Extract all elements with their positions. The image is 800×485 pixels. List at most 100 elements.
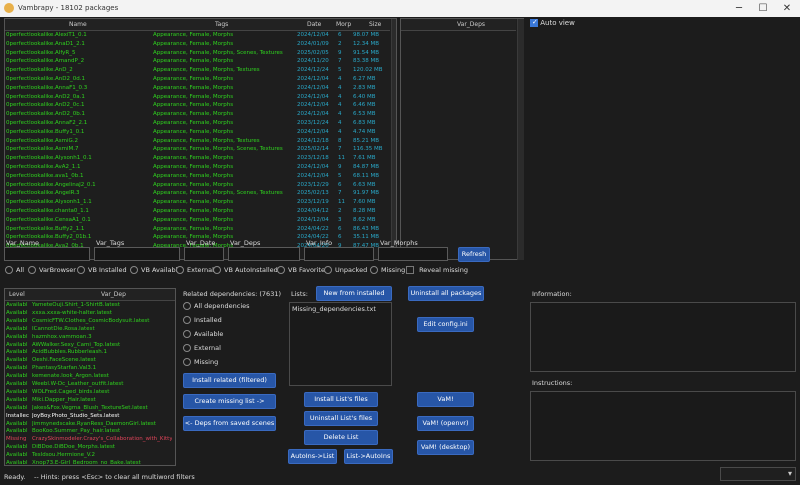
- status-dropdown[interactable]: [720, 467, 796, 481]
- view-filter-external[interactable]: External: [176, 266, 214, 274]
- view-filter-vb-available[interactable]: VB Available: [130, 266, 181, 274]
- auto-view-toggle[interactable]: Auto view: [530, 18, 575, 27]
- list-item[interactable]: Installec JoyBoy.Photo_Studio_Sets.latest: [5, 413, 175, 421]
- var-deps-input[interactable]: [228, 247, 300, 261]
- vam-openvr-button[interactable]: VaM! (openvr): [417, 416, 474, 431]
- view-filter-varbrowser[interactable]: VarBrowser: [28, 266, 76, 274]
- list-item[interactable]: Availabl AWWalker.Sexy_Cami_Top.latest: [5, 342, 175, 350]
- table-row[interactable]: 0perfectlookalike.Buffy2_1.1 Appearance, …: [5, 226, 396, 233]
- col-tags-header[interactable]: Tags: [215, 21, 228, 28]
- col-level-header[interactable]: Level: [9, 291, 25, 298]
- table-row[interactable]: 0perfectlookalike.AngelR.3 Appearance, Fe…: [5, 190, 396, 197]
- list-item[interactable]: Availabl Jakes&Fox.Vegma_Blush_TextureSet…: [5, 405, 175, 413]
- radio-icon[interactable]: [370, 266, 378, 274]
- list-item[interactable]: Availabl kemenate.look_Argon.latest: [5, 373, 175, 381]
- radio-icon[interactable]: [183, 302, 191, 310]
- table-row[interactable]: 0perfectlookalike.AvA2_1.1 Appearance, Fe…: [5, 164, 396, 171]
- col-morphs-header[interactable]: Morp: [336, 21, 351, 28]
- radio-icon[interactable]: [324, 266, 332, 274]
- refresh-button[interactable]: Refresh: [458, 247, 490, 262]
- list-item[interactable]: Availabl DiBDoe.DiBDoe_Morphs.latest: [5, 444, 175, 452]
- list-item[interactable]: Availabl AcidBubbles.Rubberleash.1: [5, 349, 175, 357]
- radio-icon[interactable]: [277, 266, 285, 274]
- var-deps-panel[interactable]: Var_Deps: [400, 18, 524, 260]
- var-deps-scrollbar[interactable]: [517, 19, 524, 260]
- auto-view-checkbox[interactable]: [530, 18, 538, 27]
- table-row[interactable]: 0perfectlookalike.Alysonh1_0.1 Appearance…: [5, 155, 396, 162]
- radio-icon[interactable]: [130, 266, 138, 274]
- radio-icon[interactable]: [183, 344, 191, 352]
- col-date-header[interactable]: Date: [307, 21, 321, 28]
- radio-icon[interactable]: [183, 316, 191, 324]
- list-item[interactable]: Availabl ICannotDie.Rosa.latest: [5, 326, 175, 334]
- radio-icon[interactable]: [28, 266, 36, 274]
- col-name-header[interactable]: Name: [69, 21, 87, 28]
- table-row[interactable]: 0perfectlookalike.chanta0_1.1 Appearance,…: [5, 208, 396, 215]
- table-row[interactable]: 0perfectlookalike.Buffy1_0.1 Appearance, …: [5, 129, 396, 136]
- list-item[interactable]: Missing_dependencies.txt: [292, 305, 376, 313]
- table-row[interactable]: 0perfectlookalike.Alysonh1_1.1 Appearance…: [5, 199, 396, 206]
- var-tags-input[interactable]: [94, 247, 180, 261]
- related-option-all-dependencies[interactable]: All dependencies: [183, 302, 250, 310]
- list-item[interactable]: Availabl Xnop73.E-Girl_Bedroom_no_Bake.la…: [5, 460, 175, 465]
- package-table[interactable]: Name Tags Date Morp Size 0perfectlookali…: [4, 18, 397, 260]
- edit-config-button[interactable]: Edit config.ini: [417, 317, 474, 332]
- var-morphs-input[interactable]: [378, 247, 448, 261]
- view-filter-all[interactable]: All: [5, 266, 24, 274]
- col-var-dep-header[interactable]: Var_Dep: [101, 291, 126, 298]
- list-item[interactable]: Availabl hazmhox.vammoan.3: [5, 334, 175, 342]
- table-row[interactable]: 0perfectlookalike.AmandP_2 Appearance, Fe…: [5, 58, 396, 65]
- create-missing-list-button[interactable]: Create missing list ->: [183, 394, 276, 409]
- list-item[interactable]: Availabl BooKoo.Summer_Pay_hair.latest: [5, 428, 175, 436]
- table-row[interactable]: 0perfectlookalike.AnD2_0d.1 Appearance, F…: [5, 76, 396, 83]
- table-row[interactable]: 0perfectlookalike.AlfyR_5 Appearance, Fem…: [5, 50, 396, 57]
- minimize-icon[interactable]: ─: [728, 1, 750, 16]
- vam-button[interactable]: VaM!: [417, 392, 474, 407]
- radio-icon[interactable]: [183, 330, 191, 338]
- list-item[interactable]: Availabl Weebl.W-Dc_Leather_outfit.latest: [5, 381, 175, 389]
- radio-icon[interactable]: [176, 266, 184, 274]
- table-row[interactable]: 0perfectlookalike.AsmiM.7 Appearance, Fem…: [5, 146, 396, 153]
- view-filter-vb-installed[interactable]: VB Installed: [77, 266, 127, 274]
- table-row[interactable]: 0perfectlookalike.AnD_2 Appearance, Femal…: [5, 67, 396, 74]
- table-row[interactable]: 0perfectlookalike.AlexiT1_0.1 Appearance,…: [5, 32, 396, 39]
- uninstall-all-packages-button[interactable]: Uninstall all packages: [408, 286, 484, 301]
- table-row[interactable]: 0perfectlookalike.AngelinaJ2_0.1 Appearan…: [5, 182, 396, 189]
- list-item[interactable]: Availabl Oeshi.FaceScene.latest: [5, 357, 175, 365]
- view-filter-vb-autoinstalled[interactable]: VB AutoInstalled: [213, 266, 278, 274]
- deps-from-saved-scenes-button[interactable]: <- Deps from saved scenes: [183, 416, 276, 431]
- related-option-installed[interactable]: Installed: [183, 316, 222, 324]
- install-list-files-button[interactable]: Install List's files: [304, 392, 378, 407]
- table-row[interactable]: 0perfectlookalike.CensaA1_0.1 Appearance,…: [5, 217, 396, 224]
- list-item[interactable]: Availabl YameteOuji.Shirt_1-ShirtB.latest: [5, 302, 175, 310]
- uninstall-list-files-button[interactable]: Uninstall List's files: [304, 411, 378, 426]
- new-from-installed-button[interactable]: New from installed: [316, 286, 392, 301]
- table-row[interactable]: 0perfectlookalike.AnaD1_2.1 Appearance, F…: [5, 41, 396, 48]
- var-info-input[interactable]: [304, 247, 374, 261]
- table-row[interactable]: 0perfectlookalike.AnD2_0c.1 Appearance, F…: [5, 102, 396, 109]
- vam-desktop-button[interactable]: VaM! (desktop): [417, 440, 474, 455]
- col-size-header[interactable]: Size: [369, 21, 381, 28]
- list-item[interactable]: Availabl Miki.Dapper_Hair.latest: [5, 397, 175, 405]
- view-filter-vb-favorites[interactable]: VB Favorites: [277, 266, 328, 274]
- var-date-input[interactable]: [184, 247, 224, 261]
- table-row[interactable]: 0perfectlookalike.AnD2_0b.1 Appearance, F…: [5, 111, 396, 118]
- table-row[interactable]: 0perfectlookalike.AnnaF2_2.1 Appearance, …: [5, 120, 396, 127]
- delete-list-button[interactable]: Delete List: [304, 430, 378, 445]
- autoins-to-list-button[interactable]: AutoIns->List: [288, 449, 337, 464]
- radio-icon[interactable]: [5, 266, 13, 274]
- lists-listbox[interactable]: Missing_dependencies.txt: [289, 302, 392, 386]
- radio-icon[interactable]: [77, 266, 85, 274]
- list-item[interactable]: Availabl xxxa.xxxa-white-halter.latest: [5, 310, 175, 318]
- list-item[interactable]: Missing CrazySkinmodeler.Crazy's_Collabor…: [5, 436, 175, 444]
- package-table-scrollbar[interactable]: [391, 19, 396, 259]
- list-item[interactable]: Availabl Tesldsou.Hermione_V.2: [5, 452, 175, 460]
- var-name-input[interactable]: [4, 247, 90, 261]
- table-row[interactable]: 0perfectlookalike.AnnaF1_0.3 Appearance, …: [5, 85, 396, 92]
- related-option-external[interactable]: External: [183, 344, 221, 352]
- reveal-missing-checkbox[interactable]: [406, 266, 414, 274]
- close-icon[interactable]: ✕: [776, 1, 798, 16]
- list-item[interactable]: Availabl WOLFred.Caged_birds.latest: [5, 389, 175, 397]
- radio-icon[interactable]: [213, 266, 221, 274]
- table-row[interactable]: 0perfectlookalike.AnD2_0a.1 Appearance, F…: [5, 94, 396, 101]
